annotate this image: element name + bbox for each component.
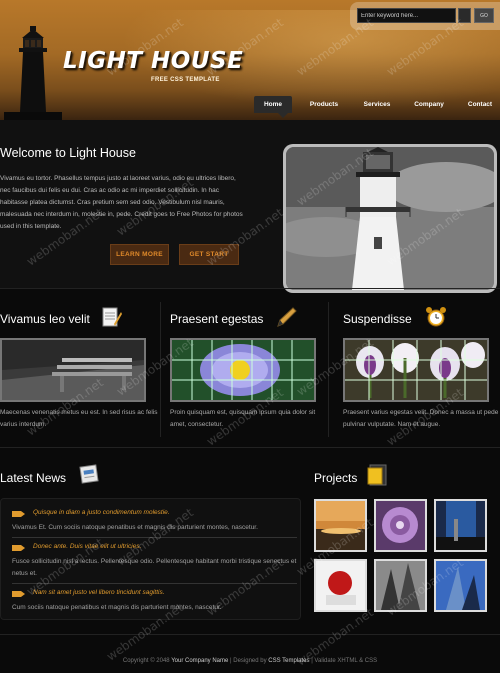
feature-title: Suspendisse bbox=[343, 312, 412, 326]
newspaper-icon bbox=[79, 464, 99, 484]
section-divider bbox=[0, 634, 500, 635]
news-title: Latest News bbox=[0, 471, 67, 485]
learn-more-button[interactable]: LEARN MORE bbox=[110, 244, 169, 265]
pen-icon bbox=[277, 307, 297, 327]
nav-item-contact[interactable]: Contact bbox=[461, 96, 499, 113]
main-nav: Home Products Services Company Contact bbox=[254, 96, 500, 118]
news-body: Vivamus Et. Cum sociis natoque penatibus… bbox=[12, 524, 258, 531]
feature-text: Proin quisquam est, quisquam ipsum quia … bbox=[170, 409, 316, 428]
site-header: LIGHT HOUSE FREE CSS TEMPLATE GO Home Pr… bbox=[0, 0, 500, 120]
project-thumb-window[interactable] bbox=[434, 499, 487, 552]
search-submit-button[interactable] bbox=[458, 8, 471, 23]
folder-icon bbox=[367, 464, 387, 486]
column-separator bbox=[328, 302, 329, 437]
welcome-section: Welcome to Light House Vivamus eu tortor… bbox=[0, 120, 500, 293]
project-thumb-towers[interactable] bbox=[374, 559, 427, 612]
project-thumb-apple[interactable] bbox=[314, 559, 367, 612]
project-thumb-sunset[interactable] bbox=[314, 499, 367, 552]
welcome-title: Welcome to Light House bbox=[0, 146, 136, 160]
news-body: Fusce sollicitudin nisl a lectus. Pellen… bbox=[12, 558, 297, 577]
site-footer: Copyright © 2048 Your Company Name | Des… bbox=[0, 650, 500, 673]
feature-image-bench bbox=[0, 338, 146, 402]
feature-text: Maecenas venenatis metus eu est. In sed … bbox=[0, 409, 158, 428]
feature-text: Praesent varius egestas velit. Donec a m… bbox=[343, 409, 499, 428]
nav-item-services[interactable]: Services bbox=[357, 96, 397, 113]
lighthouse-photo bbox=[283, 144, 497, 293]
feature-praesent: Praesent egestas Proin quisquam est, qui… bbox=[170, 302, 330, 442]
feature-vivamus: Vivamus leo velit Maecenas venenatis met… bbox=[0, 302, 160, 442]
lighthouse-photo-image bbox=[286, 147, 494, 290]
footer-copyright: Copyright © 2048 bbox=[122, 658, 170, 664]
site-tagline: FREE CSS TEMPLATE bbox=[151, 77, 220, 83]
news-headline[interactable]: Quisque in diam a justo condimentum mole… bbox=[33, 509, 170, 516]
project-thumb-flower[interactable] bbox=[374, 499, 427, 552]
arrow-right-icon bbox=[12, 511, 25, 517]
news-headline[interactable]: Nam sit amet justo vel libero tincidunt … bbox=[33, 589, 165, 596]
search-input[interactable] bbox=[357, 8, 456, 23]
news-panel: Quisque in diam a justo condimentum mole… bbox=[0, 498, 301, 620]
footer-company-link[interactable]: Your Company Name bbox=[171, 658, 228, 664]
feature-title: Vivamus leo velit bbox=[0, 312, 90, 326]
project-thumb-skyscraper[interactable] bbox=[434, 559, 487, 612]
welcome-text: Vivamus eu tortor. Phasellus tempus just… bbox=[0, 175, 243, 230]
news-headline[interactable]: Donec ante. Duis vitae elit ut ultricies… bbox=[33, 543, 141, 550]
lighthouse-icon bbox=[4, 26, 62, 120]
feature-title: Praesent egestas bbox=[170, 312, 264, 326]
arrow-right-icon bbox=[12, 591, 25, 597]
news-body: Cum sociis natoque penatibus et magnis d… bbox=[12, 604, 222, 611]
get-start-button[interactable]: GET START bbox=[179, 244, 239, 265]
news-separator bbox=[12, 583, 297, 584]
search-bar: GO bbox=[350, 2, 500, 30]
column-separator bbox=[160, 302, 161, 437]
go-button[interactable]: GO bbox=[474, 8, 494, 23]
arrow-right-icon bbox=[12, 545, 25, 551]
footer-validate[interactable]: | Validate XHTML & CSS bbox=[311, 658, 377, 664]
feature-suspendisse: Suspendisse Praesent varius egestas veli… bbox=[343, 302, 500, 442]
projects-title: Projects bbox=[314, 471, 358, 485]
feature-image-flower bbox=[170, 338, 316, 402]
site-title: LIGHT HOUSE bbox=[63, 48, 244, 74]
alarm-clock-icon bbox=[426, 307, 446, 327]
footer-designed-by: | Designed by bbox=[230, 658, 267, 664]
notepad-pencil-icon bbox=[102, 307, 122, 327]
section-divider bbox=[0, 288, 500, 289]
nav-item-products[interactable]: Products bbox=[304, 96, 344, 113]
nav-item-home[interactable]: Home bbox=[254, 96, 292, 118]
section-divider bbox=[0, 447, 500, 448]
nav-item-company[interactable]: Company bbox=[409, 96, 449, 113]
feature-image-crocus bbox=[343, 338, 489, 402]
footer-templates-link[interactable]: CSS Templates bbox=[268, 658, 309, 664]
news-separator bbox=[12, 537, 297, 538]
